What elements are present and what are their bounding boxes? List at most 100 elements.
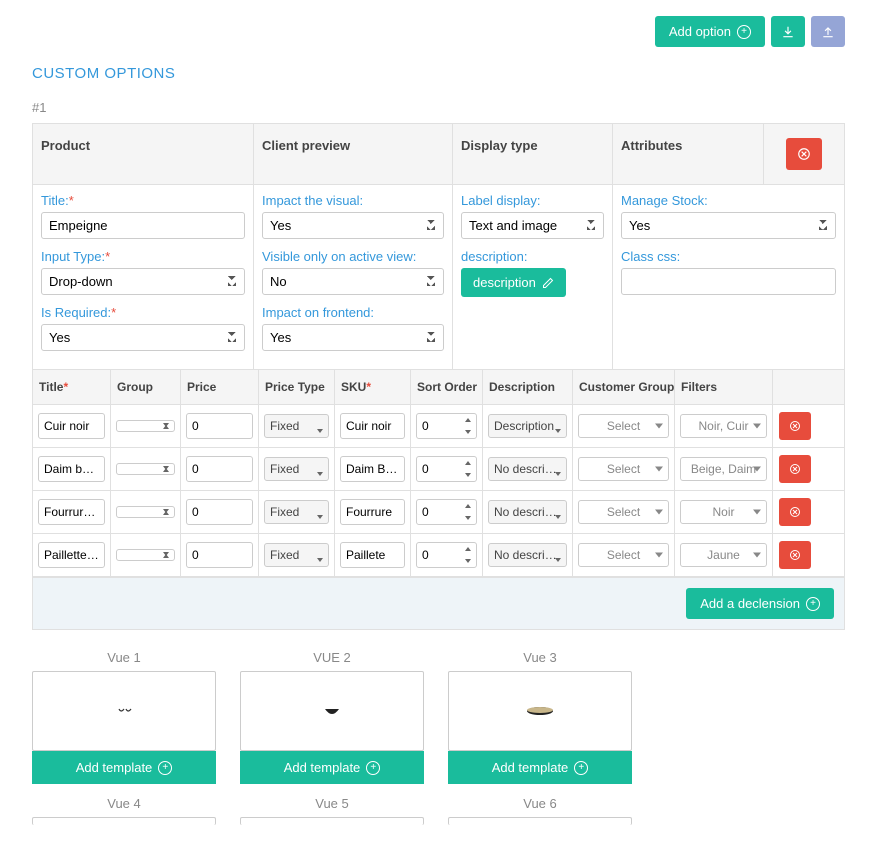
label-display-label: Label display: xyxy=(461,193,604,208)
header-client: Client preview xyxy=(254,124,453,184)
view-3-preview[interactable] xyxy=(448,671,632,751)
row-delete-button[interactable] xyxy=(779,412,811,440)
row-desc-select[interactable]: Description xyxy=(488,414,567,438)
row-price-input[interactable] xyxy=(186,413,253,439)
row-price-input[interactable] xyxy=(186,456,253,482)
impact-visual-label: Impact the visual: xyxy=(262,193,444,208)
is-required-select[interactable]: Yes xyxy=(41,324,245,351)
header-display: Display type xyxy=(453,124,613,184)
view-6-preview[interactable] xyxy=(448,817,632,825)
impact-visual-select[interactable]: Yes xyxy=(262,212,444,239)
row-desc-select[interactable]: No description xyxy=(488,543,567,567)
delete-circle-icon xyxy=(789,420,801,432)
row-desc-select[interactable]: No description xyxy=(488,457,567,481)
row-filter-select[interactable]: Jaune xyxy=(680,543,767,567)
delete-circle-icon xyxy=(789,463,801,475)
row-group-select[interactable] xyxy=(116,506,175,518)
row-pricetype-select[interactable]: Fixed xyxy=(264,543,329,567)
delete-circle-icon xyxy=(789,506,801,518)
row-sort-input[interactable] xyxy=(416,542,477,568)
view-2-title: VUE 2 xyxy=(240,650,424,665)
table-row: Fixed No description Select Beige, Daim xyxy=(33,448,844,491)
col-desc: Description xyxy=(483,370,573,404)
add-template-2-button[interactable]: Add template + xyxy=(240,751,424,784)
manage-stock-select[interactable]: Yes xyxy=(621,212,836,239)
plus-circle-icon: + xyxy=(366,761,380,775)
input-type-label: Input Type:* xyxy=(41,249,245,264)
row-sort-input[interactable] xyxy=(416,456,477,482)
row-delete-button[interactable] xyxy=(779,455,811,483)
row-price-input[interactable] xyxy=(186,542,253,568)
row-cg-select[interactable]: Select xyxy=(578,500,669,524)
col-filters: Filters xyxy=(675,370,773,404)
view-5-preview[interactable] xyxy=(240,817,424,825)
view-2-preview[interactable] xyxy=(240,671,424,751)
delete-circle-icon xyxy=(797,147,811,161)
row-title-input[interactable] xyxy=(38,413,105,439)
row-group-select[interactable] xyxy=(116,549,175,561)
row-filter-select[interactable]: Beige, Daim xyxy=(680,457,767,481)
row-price-input[interactable] xyxy=(186,499,253,525)
declension-grid: Title* Group Price Price Type SKU* Sort … xyxy=(32,370,845,578)
row-title-input[interactable] xyxy=(38,456,105,482)
view-3-title: Vue 3 xyxy=(448,650,632,665)
visible-active-label: Visible only on active view: xyxy=(262,249,444,264)
row-cg-select[interactable]: Select xyxy=(578,543,669,567)
description-label: description: xyxy=(461,249,604,264)
row-sku-input[interactable] xyxy=(340,542,405,568)
row-delete-button[interactable] xyxy=(779,498,811,526)
table-row: Fixed No description Select Jaune xyxy=(33,534,844,577)
plus-circle-icon: + xyxy=(737,25,751,39)
row-cg-select[interactable]: Select xyxy=(578,414,669,438)
row-delete-button[interactable] xyxy=(779,541,811,569)
title-input[interactable] xyxy=(41,212,245,239)
class-css-label: Class css: xyxy=(621,249,836,264)
add-option-button[interactable]: Add option + xyxy=(655,16,765,47)
impact-frontend-label: Impact on frontend: xyxy=(262,305,444,320)
col-price: Price xyxy=(181,370,259,404)
row-sku-input[interactable] xyxy=(340,499,405,525)
import-button[interactable] xyxy=(771,16,805,47)
class-css-input[interactable] xyxy=(621,268,836,295)
label-display-select[interactable]: Text and image xyxy=(461,212,604,239)
add-template-3-button[interactable]: Add template + xyxy=(448,751,632,784)
description-button[interactable]: description xyxy=(461,268,566,297)
input-type-select[interactable]: Drop-down xyxy=(41,268,245,295)
col-sort: Sort Order xyxy=(411,370,483,404)
impact-frontend-select[interactable]: Yes xyxy=(262,324,444,351)
add-template-1-button[interactable]: Add template + xyxy=(32,751,216,784)
row-pricetype-select[interactable]: Fixed xyxy=(264,457,329,481)
row-pricetype-select[interactable]: Fixed xyxy=(264,414,329,438)
download-icon xyxy=(781,25,795,39)
col-group: Group xyxy=(111,370,181,404)
add-declension-button[interactable]: Add a declension + xyxy=(686,588,834,619)
view-4-preview[interactable] xyxy=(32,817,216,825)
row-group-select[interactable] xyxy=(116,463,175,475)
row-sku-input[interactable] xyxy=(340,413,405,439)
row-filter-select[interactable]: Noir, Cuir xyxy=(680,414,767,438)
row-sort-input[interactable] xyxy=(416,413,477,439)
row-desc-select[interactable]: No description xyxy=(488,500,567,524)
delete-option-button[interactable] xyxy=(786,138,822,170)
row-sort-input[interactable] xyxy=(416,499,477,525)
header-attributes: Attributes xyxy=(613,124,764,184)
is-required-label: Is Required:* xyxy=(41,305,245,320)
plus-circle-icon: + xyxy=(574,761,588,775)
plus-circle-icon: + xyxy=(158,761,172,775)
row-filter-select[interactable]: Noir xyxy=(680,500,767,524)
view-1-title: Vue 1 xyxy=(32,650,216,665)
preview-thumb-icon xyxy=(523,701,557,721)
row-group-select[interactable] xyxy=(116,420,175,432)
view-1-preview[interactable] xyxy=(32,671,216,751)
pencil-icon xyxy=(542,277,554,289)
export-button[interactable] xyxy=(811,16,845,47)
row-title-input[interactable] xyxy=(38,542,105,568)
section-title: CUSTOM OPTIONS xyxy=(32,65,845,82)
visible-active-select[interactable]: No xyxy=(262,268,444,295)
preview-thumb-icon xyxy=(109,701,139,721)
row-sku-input[interactable] xyxy=(340,456,405,482)
row-cg-select[interactable]: Select xyxy=(578,457,669,481)
manage-stock-label: Manage Stock: xyxy=(621,193,836,208)
row-title-input[interactable] xyxy=(38,499,105,525)
row-pricetype-select[interactable]: Fixed xyxy=(264,500,329,524)
